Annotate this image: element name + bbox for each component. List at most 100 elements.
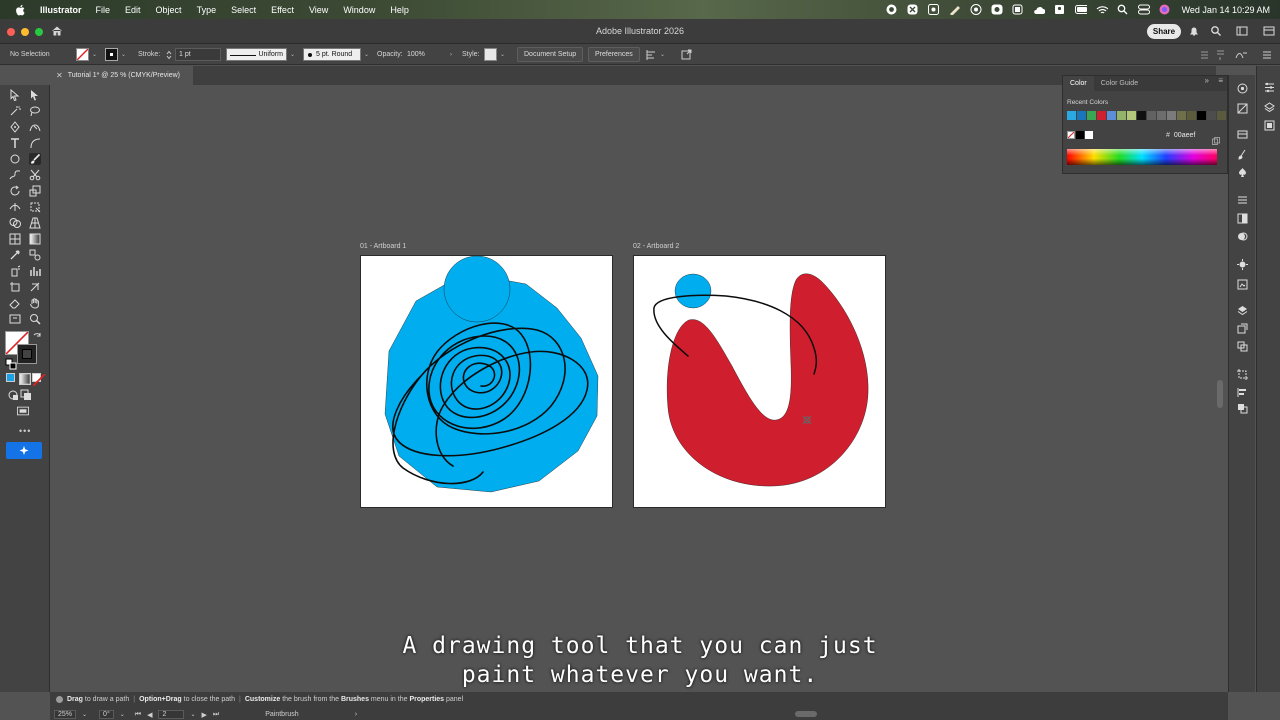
symbols-panel-icon[interactable] (1237, 167, 1248, 178)
artboards-panel-icon[interactable] (1237, 323, 1248, 334)
rotate-view-field[interactable]: 0° (99, 710, 114, 719)
search-icon[interactable] (1210, 25, 1222, 37)
recent-color-swatch[interactable] (1147, 111, 1156, 120)
recent-color-swatch[interactable] (1177, 111, 1186, 120)
direct-selection-tool-icon[interactable] (29, 89, 41, 101)
menu-help[interactable]: Help (390, 5, 409, 15)
cloud-icon[interactable] (1033, 4, 1045, 16)
generative-ai-button[interactable] (6, 442, 42, 459)
zoom-level-field[interactable]: 25% (54, 710, 77, 719)
properties-panel-icon[interactable] (1264, 82, 1275, 93)
recent-color-swatch[interactable] (1207, 111, 1216, 120)
recent-color-swatch[interactable] (1097, 111, 1106, 120)
menu-bar-clock[interactable]: Wed Jan 14 10:29 AM (1182, 5, 1270, 15)
workspace-switcher-icon[interactable] (1236, 25, 1248, 37)
hex-value-field[interactable]: 00aeef (1174, 132, 1195, 139)
last-artboard-icon[interactable]: ⏭ (213, 711, 219, 719)
stroke-color-swatch[interactable] (17, 344, 37, 364)
blue-ellipse-shape[interactable] (674, 273, 712, 309)
hand-tool-icon[interactable] (29, 297, 41, 309)
record-icon[interactable] (886, 4, 898, 16)
fill-swatch[interactable] (76, 44, 89, 65)
menu-window[interactable]: Window (343, 5, 375, 15)
graphic-style-swatch[interactable] (484, 44, 497, 65)
column-graph-tool-icon[interactable] (29, 265, 41, 277)
control-center-icon[interactable] (1137, 4, 1150, 16)
first-artboard-icon[interactable]: ⏮ (135, 711, 141, 719)
menu-object[interactable]: Object (156, 5, 182, 15)
current-tool-name[interactable]: Paintbrush (265, 711, 298, 718)
canvas-area[interactable]: 01 - Artboard 1 02 - Artboard 2 (51, 85, 1217, 692)
creative-cloud-status-icon[interactable] (928, 4, 940, 16)
tab-color-guide[interactable]: Color Guide (1094, 76, 1145, 91)
recent-color-swatch[interactable] (1187, 111, 1196, 120)
artboard-1[interactable] (360, 255, 613, 508)
align-dropdown-icon[interactable]: ⌄ (660, 44, 665, 65)
document-setup-button[interactable]: Document Setup (517, 47, 584, 62)
free-transform-tool-icon[interactable] (29, 201, 41, 213)
print-tiling-tool-icon[interactable] (9, 313, 21, 325)
artboard-2-label[interactable]: 02 - Artboard 2 (633, 243, 679, 250)
arrange-panel-icon[interactable] (1215, 44, 1226, 65)
pathfinder-panel-icon[interactable] (1237, 403, 1248, 414)
screen-mode-icon[interactable] (17, 405, 31, 416)
width-tool-icon[interactable] (9, 201, 21, 213)
tab-color[interactable]: Color (1063, 76, 1094, 91)
arc-tool-icon[interactable] (29, 137, 41, 149)
eraser-tool-icon[interactable] (9, 297, 21, 309)
default-fill-stroke-icon[interactable] (5, 358, 17, 370)
style-dropdown-icon[interactable]: ⌄ (500, 44, 505, 65)
rotate-tool-icon[interactable] (9, 185, 21, 197)
white-swatch[interactable] (1085, 131, 1093, 139)
siri-icon[interactable] (1159, 4, 1171, 16)
document-tab[interactable]: ✕ Tutorial 1* @ 25 % (CMYK/Preview) (50, 66, 193, 85)
gradient-tool-icon[interactable] (29, 233, 41, 245)
transparency-panel-icon[interactable] (1237, 231, 1248, 242)
menu-effect[interactable]: Effect (271, 5, 294, 15)
symbol-sprayer-tool-icon[interactable] (9, 265, 21, 277)
paintbrush-tool-icon[interactable] (29, 153, 41, 165)
spotlight-search-icon[interactable] (1117, 4, 1129, 16)
help-icon[interactable] (56, 696, 63, 703)
asset-export-panel-icon[interactable] (1237, 259, 1248, 270)
opacity-field[interactable]: 100% (407, 48, 447, 61)
zoom-dropdown-icon[interactable]: ⌄ (82, 711, 87, 718)
contacts-icon[interactable] (1054, 4, 1066, 16)
control-bar-menu-icon[interactable] (1262, 44, 1272, 65)
recent-color-swatch[interactable] (1127, 111, 1136, 120)
brush-dropdown-icon[interactable]: ⌄ (364, 44, 369, 65)
layers-dock-icon[interactable] (1264, 102, 1275, 113)
app-menu-illustrator[interactable]: Illustrator (40, 5, 82, 15)
screen-sharing-icon[interactable] (970, 4, 982, 16)
slice-tool-icon[interactable] (29, 281, 41, 293)
appearance-panel-icon[interactable] (1237, 103, 1248, 114)
recent-color-swatch[interactable] (1087, 111, 1096, 120)
lasso-tool-icon[interactable] (29, 105, 41, 117)
recent-color-swatch[interactable] (1117, 111, 1126, 120)
draw-normal-icon[interactable] (7, 389, 18, 400)
collapse-panel-icon[interactable]: » (1205, 76, 1209, 85)
extension-icon[interactable] (907, 4, 919, 16)
edit-toolbar-icon[interactable]: ••• (19, 426, 31, 436)
horizontal-scrollbar-thumb[interactable] (795, 711, 817, 717)
shape-builder-tool-icon[interactable] (9, 217, 21, 229)
links-panel-icon[interactable] (1237, 341, 1248, 352)
black-swatch[interactable] (1076, 131, 1084, 139)
next-artboard-icon[interactable]: ▶ (202, 711, 207, 719)
color-panel-icon[interactable] (1237, 83, 1248, 94)
selection-tool-icon[interactable] (9, 89, 21, 101)
menu-file[interactable]: File (96, 5, 111, 15)
libraries-panel-icon[interactable] (1237, 129, 1248, 140)
stroke-weight-field[interactable]: 1 pt (175, 48, 221, 61)
menu-type[interactable]: Type (197, 5, 217, 15)
blue-circle-shape[interactable] (443, 256, 511, 323)
recent-color-swatch[interactable] (1157, 111, 1166, 120)
libraries-dock-icon[interactable] (1264, 120, 1275, 131)
share-button[interactable]: Share (1147, 24, 1181, 39)
recent-color-swatch[interactable] (1197, 111, 1206, 120)
eyedropper-tool-icon[interactable] (9, 249, 21, 261)
color-mode-icon[interactable] (6, 373, 15, 382)
perspective-grid-tool-icon[interactable] (29, 217, 41, 229)
artboard-dropdown-icon[interactable]: ⌄ (190, 711, 195, 718)
align-panel-icon[interactable] (1237, 387, 1248, 398)
